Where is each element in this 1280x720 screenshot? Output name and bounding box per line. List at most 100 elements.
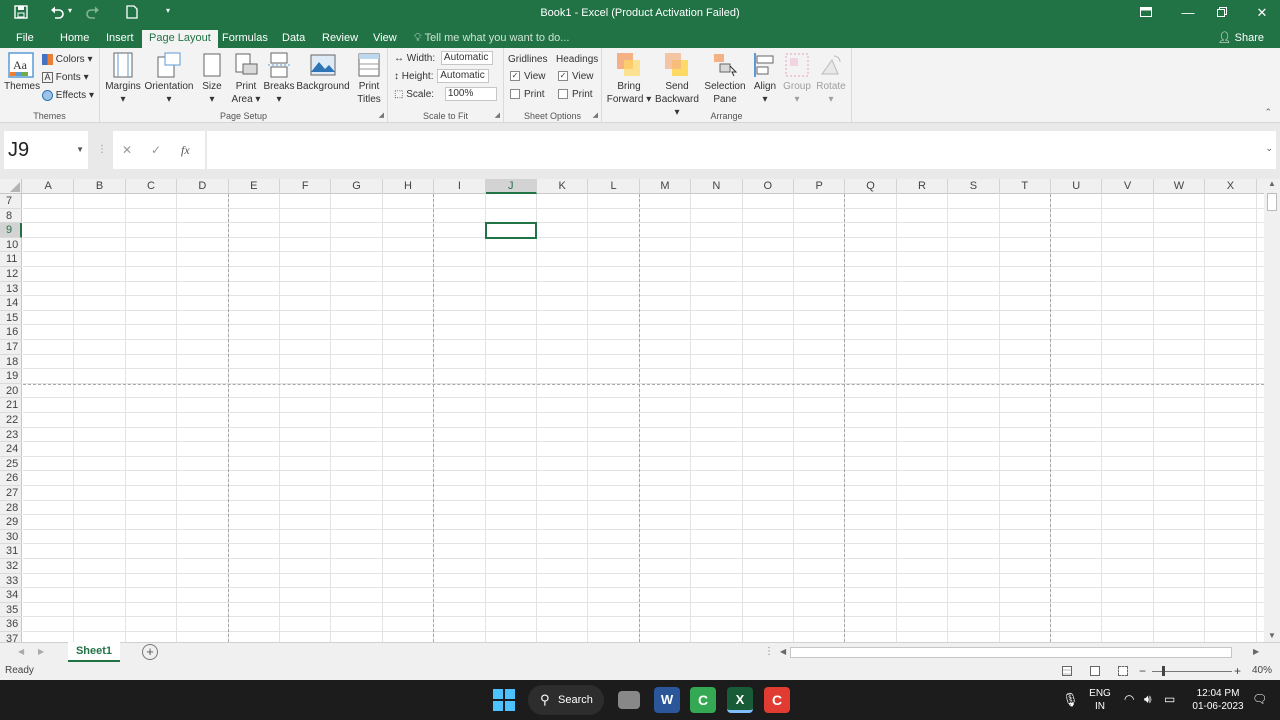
breaks-button[interactable]: Breaks ▾ [263, 52, 295, 106]
effects-button[interactable]: Effects ▾ [42, 88, 94, 104]
scale-launcher-icon[interactable]: ◢ [495, 111, 500, 119]
prev-sheet-icon[interactable]: ◀ [18, 647, 24, 656]
row-header[interactable]: 17 [0, 340, 22, 355]
sheet-tab-sheet1[interactable]: Sheet1 [68, 642, 120, 662]
restore-icon[interactable] [1210, 3, 1234, 23]
share-button[interactable]: 👤︎ Share [1218, 30, 1264, 46]
insert-function-icon[interactable]: fx [181, 131, 190, 169]
row-header[interactable]: 33 [0, 574, 22, 589]
row-header[interactable]: 10 [0, 238, 22, 253]
row-header[interactable]: 18 [0, 355, 22, 370]
column-header[interactable]: B [74, 179, 126, 194]
ribbon-display-icon[interactable] [1134, 3, 1158, 23]
row-header[interactable]: 13 [0, 282, 22, 297]
row-header[interactable]: 12 [0, 267, 22, 282]
row-header[interactable]: 20 [0, 384, 22, 399]
row-header[interactable]: 27 [0, 486, 22, 501]
selection-pane-button[interactable]: Selection Pane [702, 52, 748, 106]
size-button[interactable]: Size ▾ [198, 52, 226, 106]
column-header[interactable]: D [177, 179, 229, 194]
column-header[interactable]: L [588, 179, 640, 194]
column-header[interactable]: Q [845, 179, 897, 194]
language-indicator[interactable]: ENG IN [1086, 687, 1114, 713]
column-header[interactable]: U [1051, 179, 1103, 194]
column-header[interactable]: J [485, 179, 537, 194]
zoom-level[interactable]: 40% [1252, 662, 1272, 680]
formula-bar-grip-icon[interactable]: ⋮ [97, 144, 107, 155]
battery-icon[interactable]: ▭ [1164, 693, 1175, 706]
page-setup-launcher-icon[interactable]: ◢ [379, 111, 384, 119]
row-header[interactable]: 28 [0, 501, 22, 516]
tab-split-grip-icon[interactable]: ⋮ [764, 646, 774, 657]
scroll-down-icon[interactable]: ▼ [1268, 631, 1276, 640]
height-select[interactable]: Automatic [437, 69, 490, 84]
row-header[interactable]: 32 [0, 559, 22, 574]
file-explorer-icon[interactable] [618, 691, 640, 709]
gridlines-print-checkbox[interactable]: Print [510, 87, 545, 103]
minimize-icon[interactable]: — [1176, 3, 1200, 23]
column-header[interactable]: G [331, 179, 383, 194]
row-header[interactable]: 24 [0, 442, 22, 457]
row-header[interactable]: 14 [0, 296, 22, 311]
column-header[interactable]: R [897, 179, 949, 194]
row-header[interactable]: 9 [0, 223, 22, 238]
row-header[interactable]: 29 [0, 515, 22, 530]
column-header[interactable]: T [1000, 179, 1051, 194]
scroll-left-icon[interactable]: ◀ [780, 647, 786, 656]
row-header[interactable]: 35 [0, 603, 22, 618]
chevron-down-icon[interactable]: ▼ [76, 131, 84, 169]
formula-input[interactable]: ⌄ [207, 131, 1276, 169]
scroll-right-icon[interactable]: ▶ [1253, 647, 1259, 656]
collapse-ribbon-icon[interactable]: ⌃ [1264, 107, 1272, 118]
column-header[interactable]: F [280, 179, 332, 194]
colors-button[interactable]: Colors ▾ [42, 52, 93, 68]
row-header[interactable]: 21 [0, 398, 22, 413]
print-area-button[interactable]: Print Area ▾ [230, 52, 262, 106]
word-icon[interactable]: W [654, 687, 680, 713]
column-header[interactable]: O [743, 179, 794, 194]
column-header[interactable]: W [1154, 179, 1206, 194]
row-header[interactable]: 7 [0, 194, 22, 209]
row-header[interactable]: 11 [0, 252, 22, 267]
row-header[interactable]: 19 [0, 369, 22, 384]
active-cell[interactable] [484, 222, 537, 239]
microphone-icon[interactable]: 🎙︎ [1062, 693, 1079, 706]
rotate-button[interactable]: Rotate ▾ [814, 52, 848, 106]
column-header[interactable]: M [640, 179, 692, 194]
row-header[interactable]: 26 [0, 471, 22, 486]
row-header[interactable]: 30 [0, 530, 22, 545]
zoom-out-icon[interactable]: − [1139, 662, 1146, 680]
enter-icon[interactable]: ✓ [151, 131, 161, 169]
tab-data[interactable]: Data [278, 30, 309, 48]
tell-me-box[interactable]: 💡︎ Tell me what you want to do... [414, 30, 569, 46]
sheet-options-launcher-icon[interactable]: ◢ [593, 111, 598, 119]
normal-view-icon[interactable] [1062, 666, 1072, 676]
close-icon[interactable]: ✕ [1250, 3, 1274, 23]
next-sheet-icon[interactable]: ▶ [38, 647, 44, 656]
camtasia-red-icon[interactable]: C [764, 687, 790, 713]
row-header[interactable]: 15 [0, 311, 22, 326]
horizontal-scrollbar[interactable] [790, 647, 1232, 658]
clock[interactable]: 12:04 PM 01-06-2023 [1186, 687, 1250, 713]
tab-view[interactable]: View [369, 30, 401, 48]
row-header[interactable]: 22 [0, 413, 22, 428]
cell-area[interactable] [23, 194, 1264, 642]
cancel-icon[interactable]: ✕ [122, 131, 132, 169]
expand-formula-icon[interactable]: ⌄ [1265, 143, 1273, 154]
row-header[interactable]: 8 [0, 209, 22, 224]
row-header[interactable]: 34 [0, 588, 22, 603]
tab-insert[interactable]: Insert [102, 30, 138, 48]
tab-review[interactable]: Review [318, 30, 362, 48]
select-all-button[interactable] [0, 179, 22, 194]
page-layout-view-icon[interactable] [1090, 666, 1100, 676]
page-break-view-icon[interactable] [1118, 666, 1128, 676]
volume-icon[interactable]: 🔊︎ [1144, 693, 1152, 706]
group-button[interactable]: Group ▾ [782, 52, 812, 106]
column-header[interactable]: H [383, 179, 435, 194]
orientation-button[interactable]: Orientation ▾ [142, 52, 196, 106]
column-header[interactable]: N [691, 179, 743, 194]
headings-print-checkbox[interactable]: Print [558, 87, 593, 103]
scale-spinner[interactable]: 100% [444, 87, 497, 102]
row-header[interactable]: 31 [0, 544, 22, 559]
column-header[interactable]: V [1102, 179, 1154, 194]
